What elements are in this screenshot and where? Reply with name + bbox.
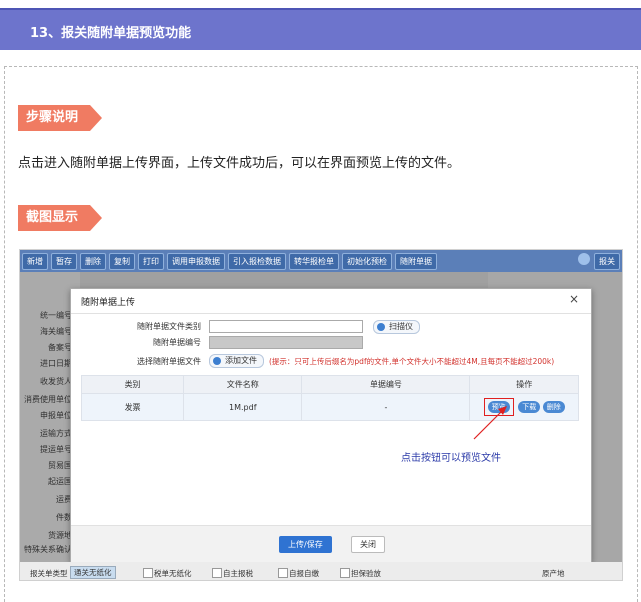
upload-save-button[interactable]: 上传/保存 [279, 536, 332, 553]
attachment-upload-dialog: 随附单据上传 × 随附单据文件类别 扫描仪 随附单据编号 选择随附单据文件 添加… [70, 288, 592, 562]
delete-button[interactable]: 删除 [80, 252, 106, 270]
add-icon [213, 357, 221, 365]
preview-highlight: 预览 [483, 398, 514, 416]
convert-inspection-button[interactable]: 转华报检单 [289, 252, 339, 270]
file-category-input[interactable] [209, 320, 363, 333]
delete-file-button[interactable]: 删除 [542, 401, 565, 413]
section-title: 13、报关随附单据预览功能 [30, 26, 192, 41]
origin-label: 原产地 [542, 569, 565, 578]
attachments-button[interactable]: 随附单据 [395, 252, 437, 270]
declare-button[interactable]: 报关 [594, 253, 620, 270]
close-button[interactable]: 关闭 [351, 536, 385, 553]
checkbox-label: 税单无纸化 [154, 569, 192, 578]
app-screenshot: 新增 暂存 删除 复制 打印 调用申报数据 引入报检数据 转华报检单 初始化预检… [19, 249, 623, 581]
declare-type-select[interactable]: 通关无纸化 [70, 566, 116, 579]
dialog-footer: 上传/保存 关闭 [71, 525, 591, 562]
checkbox[interactable] [340, 568, 350, 578]
checkbox-label: 担保验放 [351, 569, 381, 578]
divider [71, 313, 591, 314]
actions-cell: 预览 下载 删除 [469, 393, 579, 421]
checkbox[interactable] [212, 568, 222, 578]
column-header: 类别 [80, 375, 185, 394]
checkbox-label: 自主报税 [223, 569, 253, 578]
dialog-title: 随附单据上传 [81, 298, 136, 308]
column-header: 文件名称 [183, 375, 303, 394]
download-button[interactable]: 下载 [518, 401, 541, 413]
preview-button[interactable]: 预览 [487, 401, 510, 413]
scanner-icon [377, 323, 385, 331]
select-file-label: 选择随附单据文件 [137, 357, 201, 366]
checkbox[interactable] [143, 568, 153, 578]
add-file-label: 添加文件 [225, 356, 257, 365]
print-button[interactable]: 打印 [138, 252, 164, 270]
screenshot-tag: 截图显示 [18, 205, 103, 231]
add-file-button[interactable]: 添加文件 [209, 354, 264, 368]
bottom-bar: 报关单类型 通关无纸化 税单无纸化 自主报税 自报自缴 担保验放 原产地 [20, 562, 622, 580]
doc-number-label: 随附单据编号 [153, 338, 201, 347]
app-toolbar: 新增 暂存 删除 复制 打印 调用申报数据 引入报检数据 转华报检单 初始化预检… [20, 250, 622, 272]
doc-number-cell: - [301, 393, 471, 421]
checkbox[interactable] [278, 568, 288, 578]
init-precheck-button[interactable]: 初始化预检 [342, 252, 392, 270]
help-icon[interactable] [578, 253, 590, 265]
upload-hint: (提示：只可上传后缀名为pdf的文件,单个文件大小不能超过4M,且每页不能超过2… [269, 357, 555, 366]
step-tag: 步骤说明 [18, 105, 103, 131]
close-icon[interactable]: × [569, 292, 579, 306]
table-row: 发票 1M.pdf - 预览 下载 删除 [80, 393, 579, 421]
section-header: 13、报关随附单据预览功能 [0, 8, 641, 50]
category-cell: 发票 [80, 393, 185, 421]
scanner-button[interactable]: 扫描仪 [373, 320, 420, 334]
save-draft-button[interactable]: 暂存 [51, 252, 77, 270]
new-button[interactable]: 新增 [22, 252, 48, 270]
column-header: 单据编号 [301, 375, 471, 394]
call-declare-data-button[interactable]: 调用申报数据 [167, 252, 225, 270]
annotation-text: 点击按钮可以预览文件 [401, 453, 501, 464]
attachments-table: 类别 文件名称 单据编号 操作 发票 1M.pdf - 预览 下载 删除 [80, 375, 579, 421]
doc-number-input[interactable] [209, 336, 363, 349]
description-text: 点击进入随附单据上传界面，上传文件成功后，可以在界面预览上传的文件。 [18, 156, 461, 171]
filename-cell: 1M.pdf [183, 393, 303, 421]
file-category-label: 随附单据文件类别 [137, 322, 201, 331]
import-inspection-button[interactable]: 引入报检数据 [228, 252, 286, 270]
column-header: 操作 [469, 375, 579, 394]
copy-button[interactable]: 复制 [109, 252, 135, 270]
checkbox-label: 自报自缴 [289, 569, 319, 578]
declare-type-label: 报关单类型 [30, 569, 68, 578]
scanner-button-label: 扫描仪 [389, 322, 413, 331]
